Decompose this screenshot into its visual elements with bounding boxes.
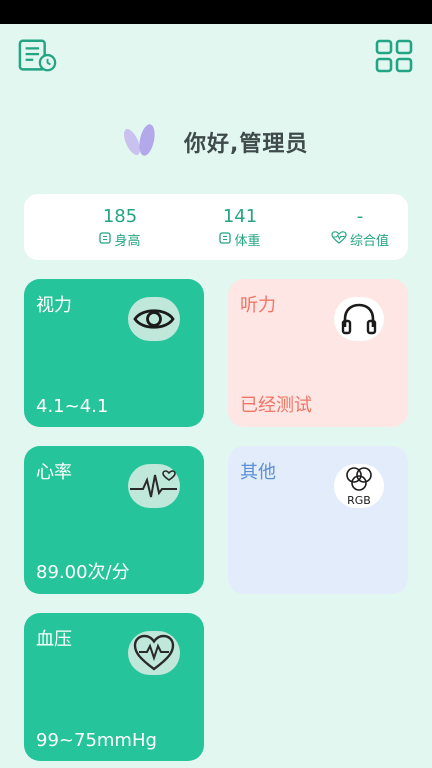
other-card[interactable]: 其他 RGB (228, 446, 408, 594)
other-title: 其他 (240, 462, 276, 483)
bp-title: 血压 (36, 629, 72, 650)
weight-label: 体重 (234, 234, 261, 249)
vision-value: 4.1~4.1 (36, 396, 109, 417)
hearing-value: 已经测试 (240, 395, 312, 416)
grid-menu-icon[interactable] (374, 38, 414, 74)
stat-height: 185 身高 (60, 206, 180, 249)
weight-icon (219, 231, 232, 248)
weight-value: 141 (222, 206, 258, 227)
overall-value: - (356, 206, 364, 227)
stat-overall: - 综合值 (300, 206, 420, 249)
status-bar (0, 0, 432, 24)
heartbeat-monitor-icon (128, 464, 180, 508)
overall-label: 综合值 (349, 234, 389, 249)
heartrate-title: 心率 (36, 462, 72, 483)
heartrate-card[interactable]: 心率 89.00次/分 (24, 446, 204, 594)
vision-title: 视力 (36, 295, 72, 316)
stats-panel: 185 身高 141 体重 - 综合值 (24, 194, 408, 260)
heart-pulse-icon (331, 231, 347, 248)
height-label: 身高 (114, 234, 141, 249)
rgb-label: RGB (347, 494, 371, 507)
greeting-text: 你好,管理员 (184, 132, 309, 157)
height-icon (99, 231, 112, 248)
leaf-logo-icon (120, 122, 162, 162)
stat-weight: 141 体重 (180, 206, 300, 249)
rgb-circles-icon: RGB (334, 464, 384, 508)
history-report-icon[interactable] (18, 38, 58, 74)
vision-card[interactable]: 视力 4.1~4.1 (24, 279, 204, 427)
heartrate-value: 89.00次/分 (36, 562, 130, 583)
headphones-icon (334, 297, 384, 341)
greeting-row: 你好,管理员 (120, 122, 308, 162)
bp-value: 99~75mmHg (36, 730, 157, 751)
eye-icon (128, 297, 180, 341)
blood-pressure-card[interactable]: 血压 99~75mmHg (24, 613, 204, 761)
height-value: 185 (102, 206, 138, 227)
hearing-card[interactable]: 听力 已经测试 (228, 279, 408, 427)
heart-pulse-card-icon (128, 631, 180, 675)
hearing-title: 听力 (240, 295, 276, 316)
